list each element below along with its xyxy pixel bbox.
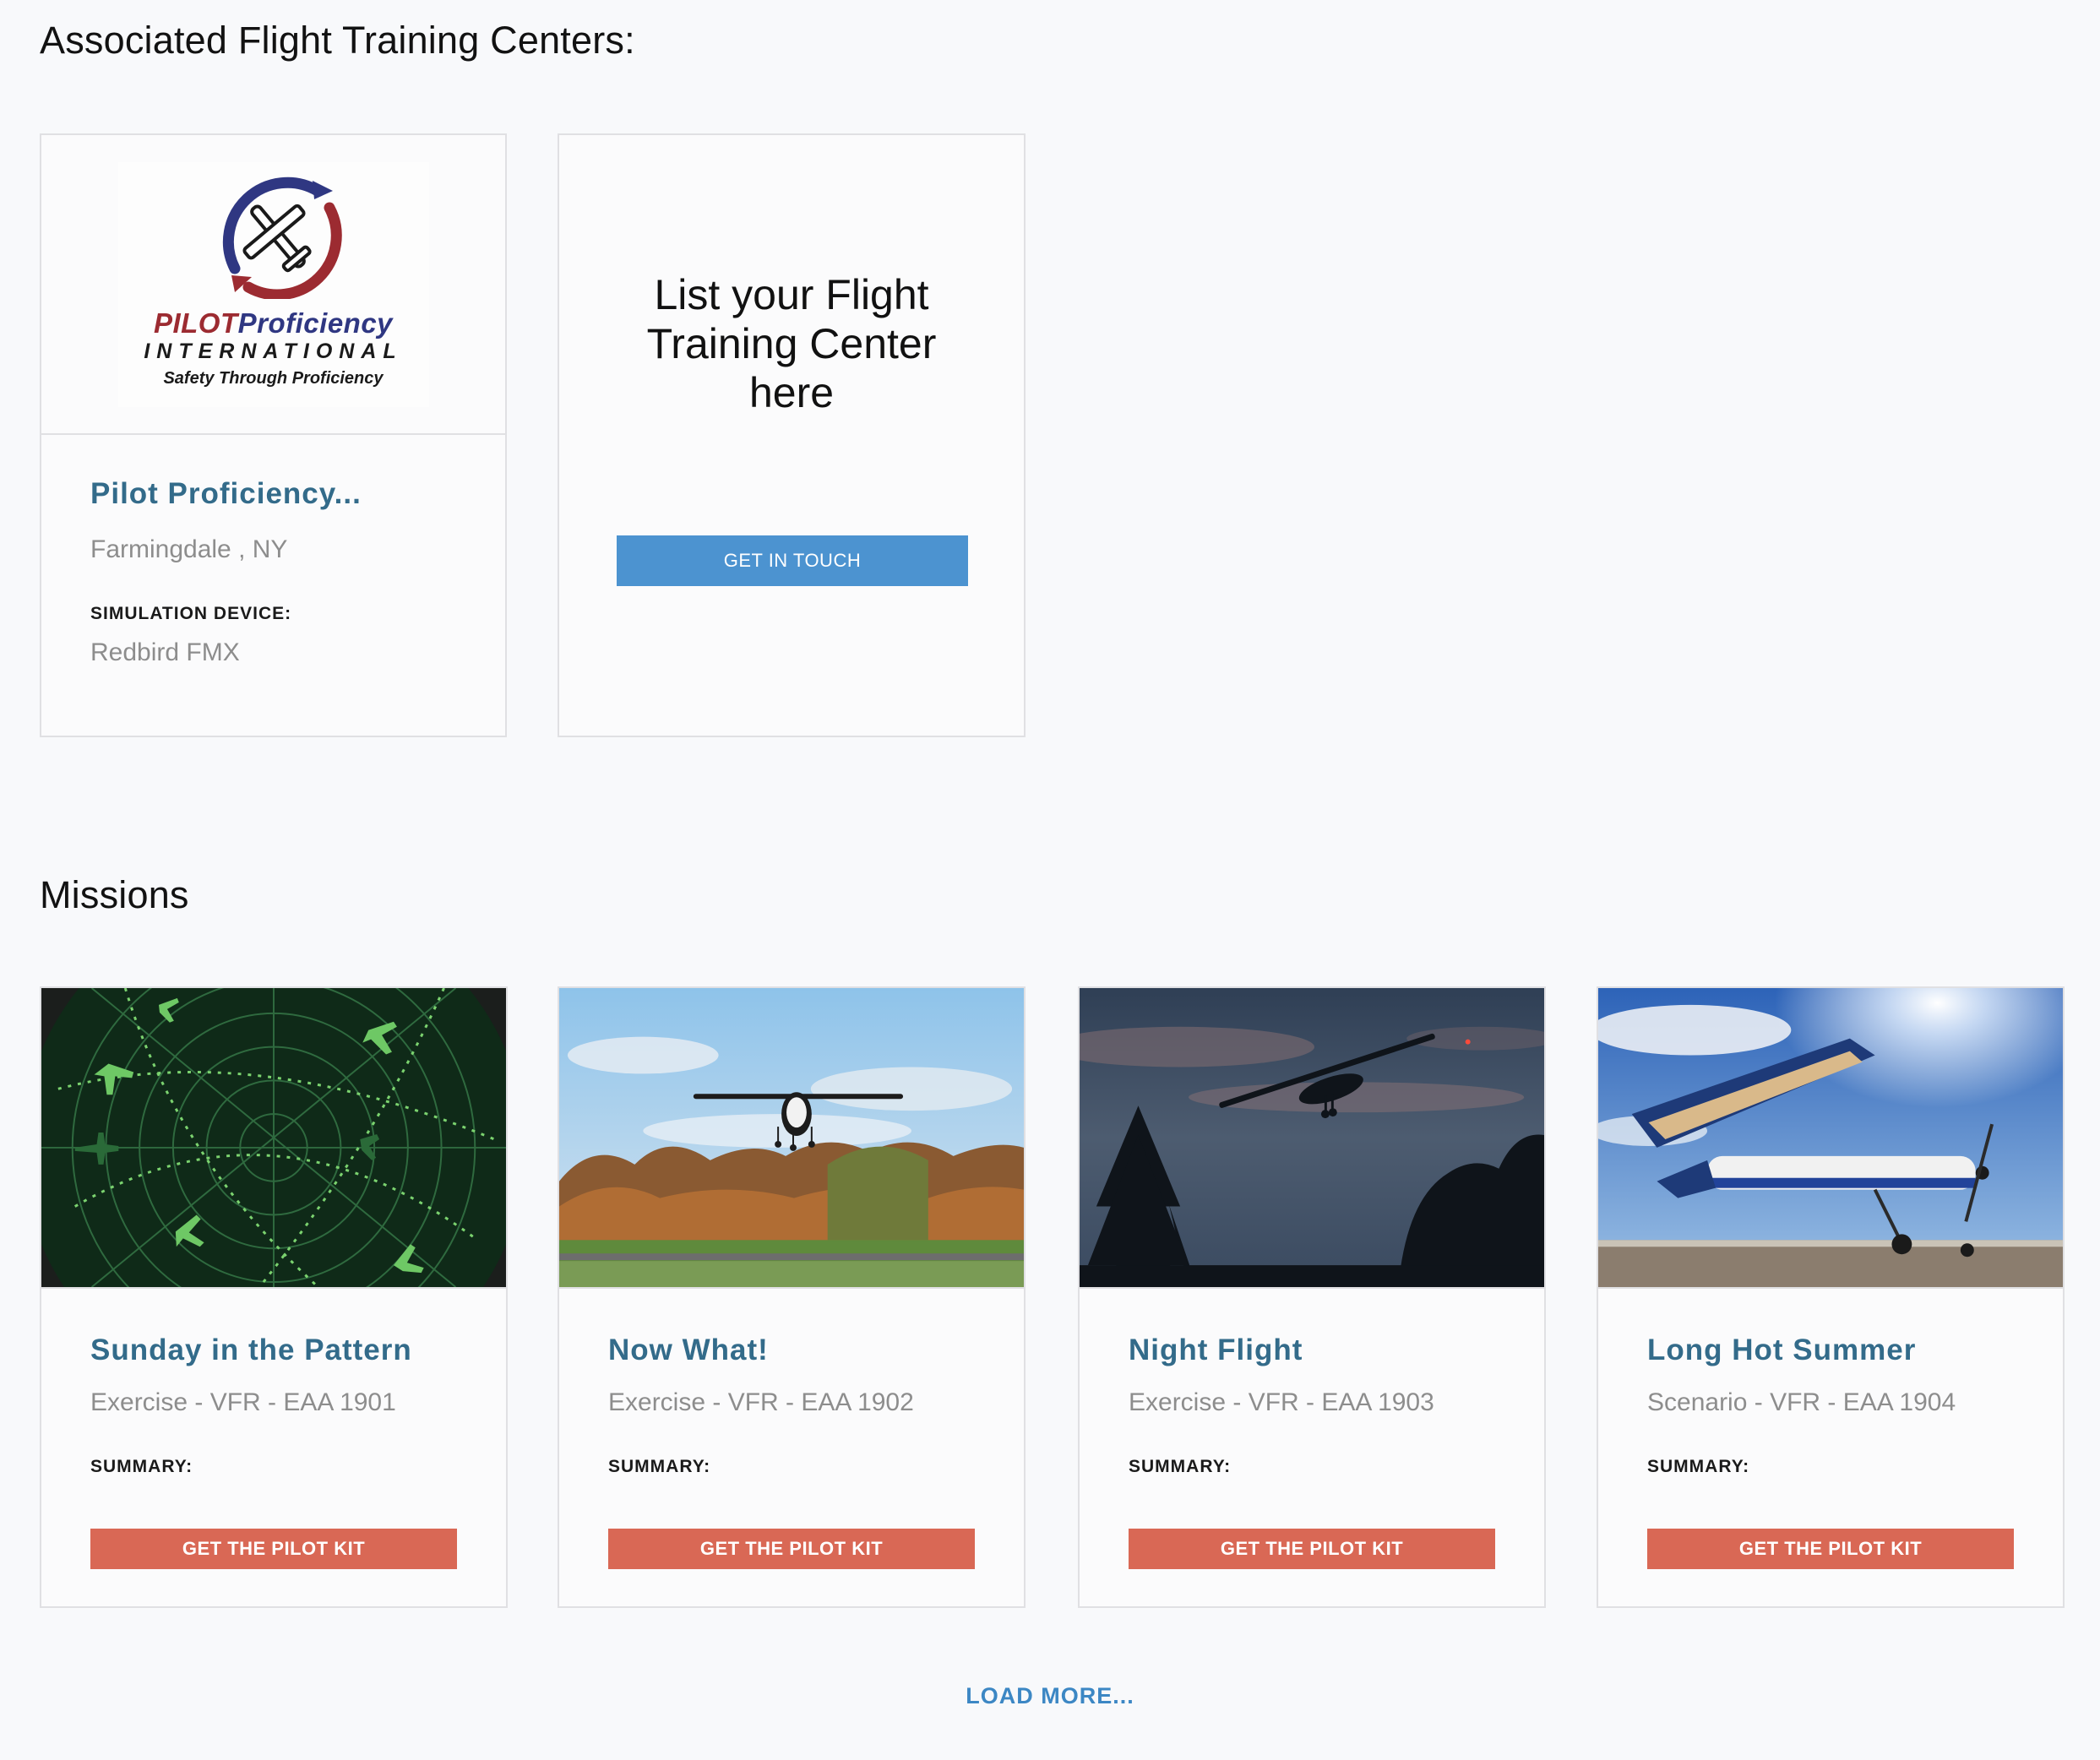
plane-dusk-image	[1080, 988, 1544, 1289]
mission-summary-label: SUMMARY:	[608, 1457, 711, 1476]
logo-brand-blue: Proficiency	[237, 307, 394, 339]
ftc-section-title: Associated Flight Training Centers:	[40, 19, 635, 62]
get-pilot-kit-button[interactable]: GET THE PILOT KIT	[90, 1529, 457, 1569]
get-pilot-kit-button[interactable]: GET THE PILOT KIT	[608, 1529, 975, 1569]
mission-subtitle: Exercise - VFR - EAA 1902	[608, 1388, 914, 1416]
list-ftc-heading-line: here	[748, 369, 835, 416]
mission-summary-label: SUMMARY:	[1129, 1457, 1232, 1476]
plane-sunny-ramp-image	[1598, 988, 2063, 1289]
mission-subtitle: Exercise - VFR - EAA 1901	[90, 1388, 396, 1416]
mission-card[interactable]: Night Flight Exercise - VFR - EAA 1903 S…	[1078, 986, 1546, 1608]
mission-subtitle: Exercise - VFR - EAA 1903	[1129, 1388, 1434, 1416]
logo-international-text: INTERNATIONAL	[144, 339, 403, 363]
mission-summary-label: SUMMARY:	[1647, 1457, 1750, 1476]
list-ftc-heading-line: Training Center	[646, 320, 937, 367]
ftc-card[interactable]: PILOTProficiency INTERNATIONAL Safety Th…	[40, 133, 507, 737]
plane-landing-autumn-image	[559, 988, 1024, 1289]
mission-card[interactable]: Long Hot Summer Scenario - VFR - EAA 190…	[1597, 986, 2065, 1608]
ftc-location: Farmingdale , NY	[90, 535, 288, 563]
mission-card[interactable]: Sunday in the Pattern Exercise - VFR - E…	[40, 986, 508, 1608]
ftc-logo-area: PILOTProficiency INTERNATIONAL Safety Th…	[41, 135, 505, 435]
logo-tagline: Safety Through Proficiency	[163, 368, 384, 388]
mission-subtitle: Scenario - VFR - EAA 1904	[1647, 1388, 1956, 1416]
mission-title-link[interactable]: Now What!	[608, 1334, 769, 1367]
missions-section-title: Missions	[40, 873, 189, 916]
ftc-device-label: SIMULATION DEVICE:	[90, 604, 292, 623]
logo-brand-text: PILOTProficiency	[118, 307, 429, 340]
mission-title-link[interactable]: Sunday in the Pattern	[90, 1334, 412, 1367]
logo-brand-red: PILOT	[153, 307, 238, 339]
list-ftc-card: List your Flight Training Center here GE…	[558, 133, 1026, 737]
mission-card[interactable]: Now What! Exercise - VFR - EAA 1902 SUMM…	[558, 986, 1026, 1608]
ftc-logo: PILOTProficiency INTERNATIONAL Safety Th…	[117, 161, 429, 407]
mission-title-link[interactable]: Night Flight	[1129, 1334, 1303, 1367]
ftc-device-value: Redbird FMX	[90, 638, 240, 666]
list-ftc-heading-line: List your Flight	[654, 271, 929, 318]
list-ftc-heading: List your Flight Training Center here	[559, 270, 1024, 417]
mission-title-link[interactable]: Long Hot Summer	[1647, 1334, 1916, 1367]
radar-screen-image	[41, 988, 506, 1289]
load-more-link[interactable]: LOAD MORE...	[0, 1683, 2100, 1709]
get-pilot-kit-button[interactable]: GET THE PILOT KIT	[1647, 1529, 2014, 1569]
get-in-touch-button[interactable]: GET IN TOUCH	[617, 535, 968, 586]
ftc-name-link[interactable]: Pilot Proficiency...	[90, 477, 362, 511]
airplane-circle-icon	[222, 177, 342, 299]
mission-summary-label: SUMMARY:	[90, 1457, 193, 1476]
get-pilot-kit-button[interactable]: GET THE PILOT KIT	[1129, 1529, 1495, 1569]
